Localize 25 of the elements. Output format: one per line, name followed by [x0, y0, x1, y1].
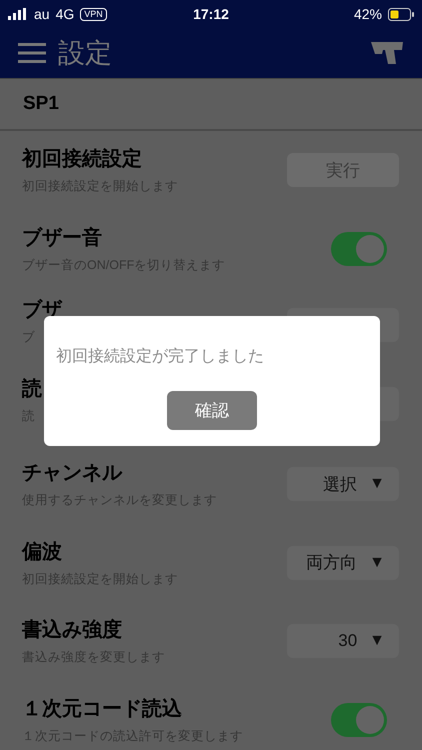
- toggle-switch[interactable]: [331, 702, 387, 737]
- vpn-badge: VPN: [80, 8, 107, 20]
- page-title: 設定: [58, 37, 112, 70]
- section-header: SP1: [0, 79, 422, 131]
- toggle-switch[interactable]: [331, 232, 387, 266]
- network-type: 4G: [56, 6, 74, 22]
- battery-percent: 42%: [354, 6, 382, 22]
- menu-icon[interactable]: [18, 43, 46, 63]
- setting-title: 書込み強度: [22, 618, 122, 644]
- dialog-message: 初回接続設定が完了しました: [56, 346, 264, 367]
- dropdown[interactable]: 30 ▼: [287, 624, 399, 658]
- setting-title: 読: [22, 376, 42, 402]
- clock: 17:12: [193, 6, 229, 22]
- carrier: au: [34, 6, 50, 22]
- setting-title: １次元コード読込: [22, 696, 182, 722]
- setting-title: ブザー音: [22, 226, 102, 251]
- battery-icon: [388, 8, 414, 20]
- confirm-button[interactable]: 確認: [167, 391, 257, 430]
- logo-icon: [370, 40, 404, 66]
- dropdown[interactable]: 選択 ▼: [287, 467, 399, 502]
- setting-title: チャンネル: [22, 461, 122, 486]
- dropdown[interactable]: 両方向 ▼: [287, 546, 399, 580]
- setting-title: 初回接続設定: [22, 146, 142, 172]
- setting-title: 偏波: [22, 540, 62, 565]
- signal-icon: [8, 8, 28, 20]
